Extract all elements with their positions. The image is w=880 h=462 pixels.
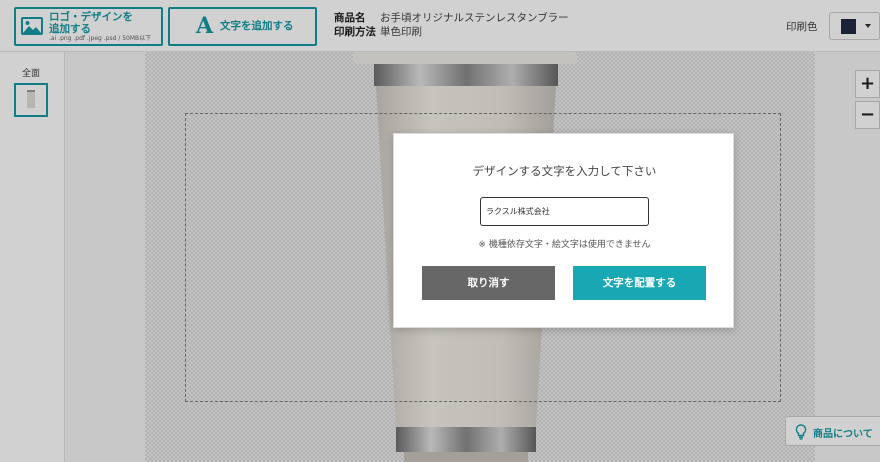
cancel-button[interactable]: 取り消す (422, 266, 555, 300)
dialog-title: デザインする文字を入力して下さい (472, 164, 657, 178)
dialog-note: ※ 機種依存文字・絵文字は使用できません (478, 240, 651, 250)
text-input-dialog: デザインする文字を入力して下さい ※ 機種依存文字・絵文字は使用できません 取り… (393, 133, 734, 328)
place-text-button[interactable]: 文字を配置する (573, 266, 706, 300)
design-text-input[interactable] (480, 197, 649, 226)
